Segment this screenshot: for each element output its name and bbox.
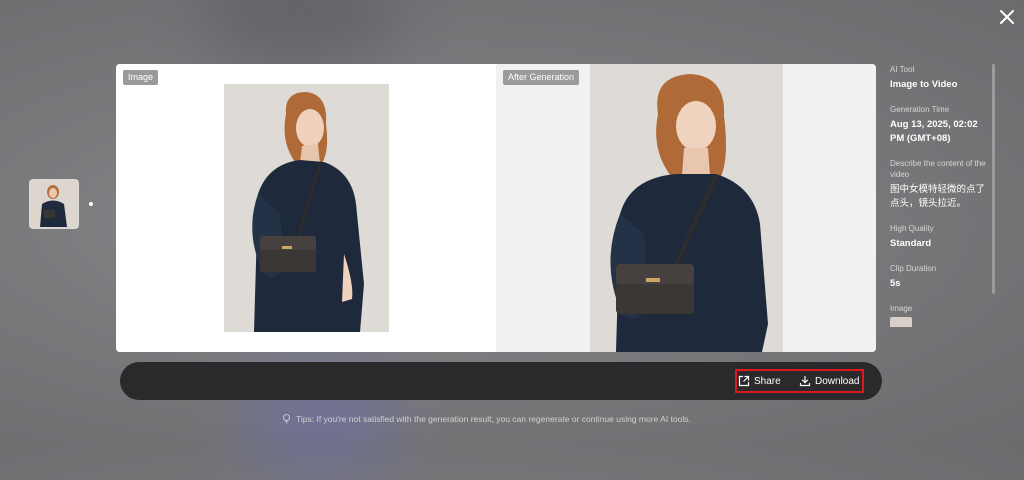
share-button[interactable]: Share bbox=[738, 373, 781, 389]
lightbulb-icon bbox=[283, 414, 290, 424]
download-label: Download bbox=[815, 375, 860, 387]
ai-tool-section: AI Tool Image to Video bbox=[890, 64, 990, 92]
quality-value: Standard bbox=[890, 238, 932, 249]
tips-text: Tips: If you're not satisfied with the g… bbox=[296, 414, 691, 424]
ai-tool-value: Image to Video bbox=[890, 79, 958, 90]
source-image-section: Image bbox=[890, 303, 990, 327]
info-scrollbar[interactable] bbox=[992, 64, 995, 294]
close-button[interactable] bbox=[996, 6, 1018, 28]
model-photo-generated bbox=[590, 64, 783, 352]
describe-value: 图中女模特轻微的点了点头，镜头拉近。 bbox=[890, 184, 986, 209]
generation-time-value: Aug 13, 2025, 02:02 PM (GMT+08) bbox=[890, 119, 978, 144]
source-image-thumbnail[interactable] bbox=[890, 317, 912, 327]
quality-section: High Quality Standard bbox=[890, 223, 990, 251]
generated-video[interactable] bbox=[590, 64, 783, 352]
background-glow-top bbox=[200, 0, 400, 70]
model-photo-original bbox=[224, 84, 389, 332]
duration-section: Clip Duration 5s bbox=[890, 263, 990, 291]
thumbnail-image bbox=[30, 180, 77, 227]
download-icon bbox=[799, 376, 811, 387]
generation-info-panel: AI Tool Image to Video Generation Time A… bbox=[890, 64, 990, 354]
share-icon bbox=[738, 375, 750, 387]
ai-tool-label: AI Tool bbox=[890, 65, 915, 74]
describe-section: Describe the content of the video 图中女模特轻… bbox=[890, 158, 990, 211]
close-icon bbox=[1000, 10, 1014, 24]
generation-time-section: Generation Time Aug 13, 2025, 02:02 PM (… bbox=[890, 104, 990, 146]
current-indicator-dot bbox=[89, 202, 93, 206]
original-image[interactable] bbox=[224, 84, 389, 332]
share-label: Share bbox=[754, 375, 781, 387]
generated-video-pane: After Generation bbox=[496, 64, 876, 352]
history-thumbnail[interactable] bbox=[29, 179, 79, 229]
duration-value: 5s bbox=[890, 278, 901, 289]
describe-label: Describe the content of the video bbox=[890, 159, 986, 179]
original-image-pane: Image bbox=[116, 64, 496, 352]
image-tag: Image bbox=[123, 70, 159, 85]
comparison-viewer: Image After Generation bbox=[116, 64, 876, 352]
tips-line: Tips: If you're not satisfied with the g… bbox=[282, 414, 691, 424]
after-generation-tag: After Generation bbox=[503, 70, 580, 85]
quality-label: High Quality bbox=[890, 224, 934, 233]
download-button[interactable]: Download bbox=[799, 373, 859, 389]
source-image-label: Image bbox=[890, 304, 913, 313]
duration-label: Clip Duration bbox=[890, 264, 937, 273]
generation-time-label: Generation Time bbox=[890, 105, 950, 114]
